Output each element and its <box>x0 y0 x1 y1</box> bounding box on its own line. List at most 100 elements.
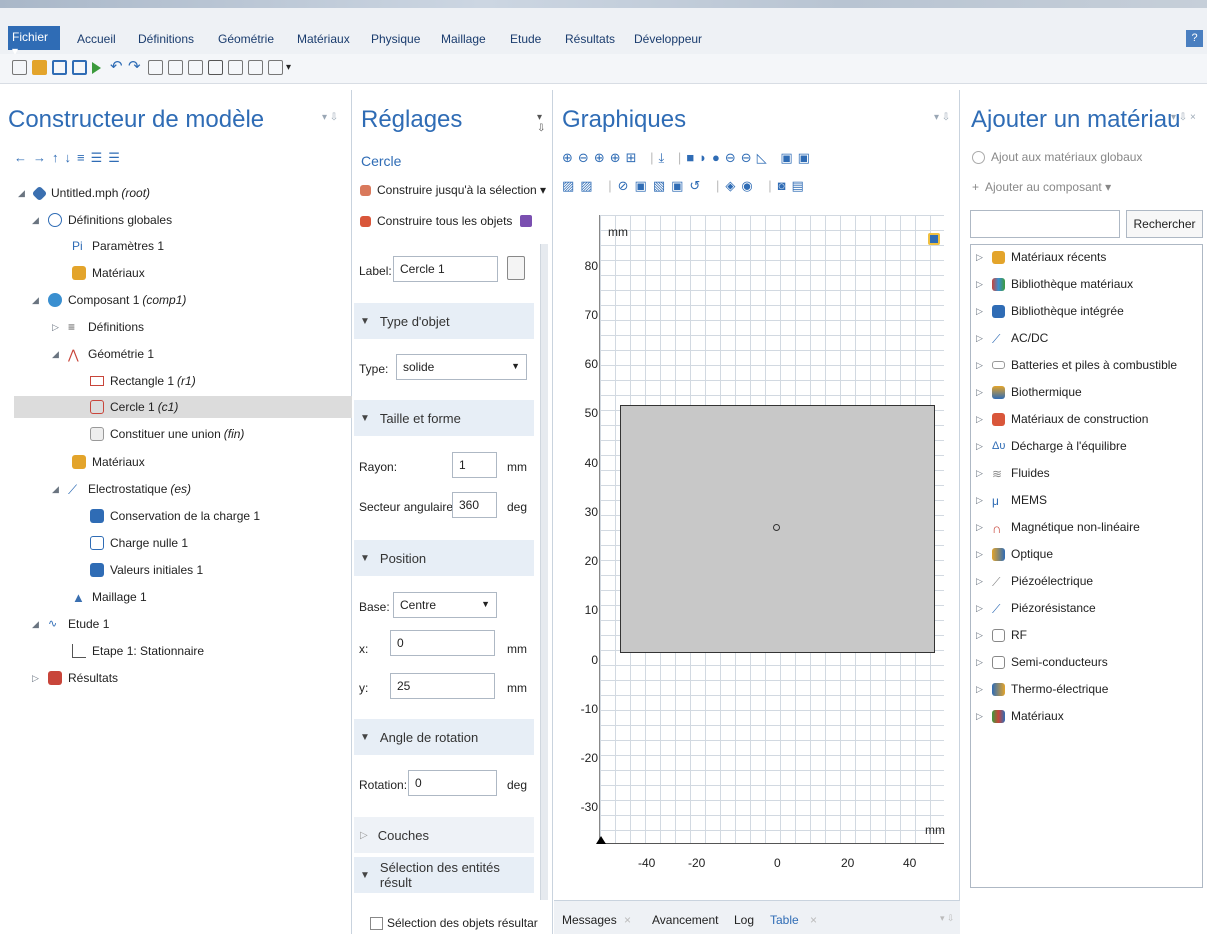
tab-etude[interactable]: Etude <box>510 32 541 46</box>
material-item-magnetic[interactable]: ▷ ∩ Magnétique non-linéaire <box>976 516 1140 538</box>
render-icon[interactable]: ▣ <box>635 178 653 193</box>
tab-geometrie[interactable]: Géométrie <box>218 32 274 46</box>
delete-icon[interactable] <box>208 60 223 75</box>
collapsed-arrow-icon[interactable]: ▷ <box>976 414 986 425</box>
zoom-in-icon[interactable]: ⊕ <box>562 150 578 165</box>
tree-item-definitions[interactable]: ▷ ≡ Définitions <box>52 316 144 338</box>
file-menu-button[interactable]: Fichier ▾ <box>8 26 60 58</box>
tree-item-component-materials[interactable]: Matériaux <box>72 451 145 473</box>
collapsed-arrow-icon[interactable]: ▷ <box>976 279 986 290</box>
deselect-icon[interactable]: ▨ <box>580 178 598 193</box>
expand-arrow-icon[interactable]: ◢ <box>52 349 62 360</box>
label-edit-icon[interactable] <box>507 256 525 280</box>
hide-icon[interactable]: ⊘ <box>618 178 635 193</box>
material-item-library[interactable]: ▷ Bibliothèque matériaux <box>976 273 1133 295</box>
collapsed-arrow-icon[interactable]: ▷ <box>976 657 986 668</box>
select-object-icon[interactable]: ● <box>712 150 725 165</box>
tree-item-union[interactable]: Constituer une union (fin) <box>90 423 244 445</box>
collapsed-arrow-icon[interactable]: ▷ <box>976 306 986 317</box>
run-icon[interactable] <box>92 62 101 74</box>
save-as-icon[interactable] <box>72 60 87 75</box>
section-layers[interactable]: ▷ Couches <box>354 817 534 853</box>
x-field[interactable]: 0 <box>390 630 495 656</box>
collapsed-arrow-icon[interactable]: ▷ <box>976 333 986 344</box>
material-item-batteries[interactable]: ▷ Batteries et piles à combustible <box>976 354 1177 376</box>
new-file-icon[interactable] <box>12 60 27 75</box>
zoom-box-icon[interactable]: ⊕ <box>594 150 610 165</box>
material-item-thermoelectric[interactable]: ▷ Thermo-électrique <box>976 678 1108 700</box>
move-down-icon[interactable]: ↓ <box>65 150 78 165</box>
build-options-icon[interactable] <box>520 215 533 227</box>
expand-arrow-icon[interactable]: ◢ <box>32 215 42 226</box>
tree-item-study[interactable]: ◢ ∿ Etude 1 <box>32 613 109 635</box>
result-selection-checkbox-row[interactable]: Sélection des objets résultar <box>370 916 538 930</box>
save-icon[interactable] <box>52 60 67 75</box>
tab-definitions[interactable]: Définitions <box>138 32 194 46</box>
collapsed-arrow-icon[interactable]: ▷ <box>976 576 986 587</box>
forward-icon[interactable]: → <box>33 150 52 165</box>
collapse-icon[interactable]: ☰ <box>108 150 126 165</box>
help-button[interactable]: ? <box>1186 30 1203 47</box>
material-item-discharge[interactable]: ▷ Δυ Décharge à l'équilibre <box>976 435 1127 457</box>
pin-icon[interactable]: ▾ ⇩ <box>537 112 552 134</box>
material-item-builtin[interactable]: ▷ Bibliothèque intégrée <box>976 300 1124 322</box>
settings-scrollbar[interactable] <box>540 244 548 900</box>
material-item-piezoresistance[interactable]: ▷ ⟋ Piézorésistance <box>976 597 1096 619</box>
collapsed-arrow-icon[interactable]: ▷ <box>976 387 986 398</box>
open-folder-icon[interactable] <box>32 60 47 75</box>
expand-arrow-icon[interactable]: ◢ <box>32 295 42 306</box>
tab-table[interactable]: Table <box>770 913 799 927</box>
collapsed-arrow-icon[interactable]: ▷ <box>32 673 42 684</box>
pin-icon[interactable]: ▾ ⇩ <box>940 913 955 924</box>
collapsed-arrow-icon[interactable]: ▷ <box>52 322 62 333</box>
tree-item-initial-values[interactable]: Valeurs initiales 1 <box>90 559 203 581</box>
wireframe-icon[interactable]: ▧ <box>653 178 671 193</box>
tree-item-geometry[interactable]: ◢ ⋀ Géométrie 1 <box>52 343 154 365</box>
search-button[interactable]: Rechercher <box>1126 210 1203 238</box>
tree-item-charge-conservation[interactable]: Conservation de la charge 1 <box>90 505 260 527</box>
print-icon[interactable]: ▣ <box>798 150 815 165</box>
collapsed-arrow-icon[interactable]: ▷ <box>976 468 986 479</box>
build-selected-button[interactable]: Construire jusqu'à la sélection ▾ <box>360 183 546 197</box>
transparency-icon[interactable]: ▣ <box>671 178 689 193</box>
scene-light-icon[interactable]: ◈ <box>725 178 741 193</box>
material-item-acdc[interactable]: ▷ ⟋ AC/DC <box>976 327 1048 349</box>
tab-progress[interactable]: Avancement <box>652 913 719 927</box>
collapsed-arrow-icon[interactable]: ▷ <box>976 441 986 452</box>
material-item-optics[interactable]: ▷ Optique <box>976 543 1053 565</box>
tree-item-component[interactable]: ◢ Composant 1 (comp1) <box>32 289 186 311</box>
collapsed-arrow-icon[interactable]: ▷ <box>976 360 986 371</box>
close-icon[interactable]: × <box>624 913 631 927</box>
collapsed-arrow-icon[interactable]: ▷ <box>976 495 986 506</box>
tree-item-parameters[interactable]: Pi Paramètres 1 <box>72 235 164 257</box>
add-to-component-button[interactable]: + Ajouter au composant ▾ <box>972 180 1111 194</box>
type-select[interactable]: solide ▼ <box>396 354 527 380</box>
tab-physique[interactable]: Physique <box>371 32 420 46</box>
tree-item-stationary-step[interactable]: Etape 1: Stationnaire <box>72 640 204 662</box>
move-up-icon[interactable]: ↑ <box>52 150 65 165</box>
radius-field[interactable]: 1 <box>452 452 497 478</box>
show-icon[interactable]: ≡ <box>77 150 91 165</box>
expand-icon[interactable]: ☰ <box>91 150 109 165</box>
tree-item-results[interactable]: ▷ Résultats <box>32 667 118 689</box>
select-point-icon[interactable]: ◺ <box>757 150 772 165</box>
zoom-out-icon[interactable]: ⊖ <box>578 150 594 165</box>
build-all-button[interactable]: Construire tous les objets <box>360 214 533 228</box>
export-icon[interactable]: ▤ <box>792 178 810 193</box>
tree-item-zero-charge[interactable]: Charge nulle 1 <box>90 532 188 554</box>
collapsed-arrow-icon[interactable]: ▷ <box>976 549 986 560</box>
snapshot-icon[interactable]: ▣ <box>780 150 797 165</box>
material-search-input[interactable] <box>970 210 1120 238</box>
view-axis-icon[interactable]: ⤓ <box>659 150 670 165</box>
label-field[interactable]: Cercle 1 <box>393 256 498 282</box>
graphics-canvas[interactable]: mm mm <box>599 215 945 843</box>
material-item-materials[interactable]: ▷ Matériaux <box>976 705 1064 727</box>
tab-materiaux[interactable]: Matériaux <box>297 32 350 46</box>
tree-item-global-definitions[interactable]: ◢ Définitions globales <box>32 209 172 231</box>
material-item-bioheat[interactable]: ▷ Biothermique <box>976 381 1082 403</box>
collapsed-arrow-icon[interactable]: ▷ <box>976 630 986 641</box>
section-position[interactable]: ▼ Position <box>354 540 534 576</box>
tree-item-electrostatics[interactable]: ◢ ⟋ Electrostatique (es) <box>52 478 191 500</box>
select-boundary-icon[interactable]: ⊖ <box>725 150 741 165</box>
circle-geometry[interactable] <box>773 524 780 531</box>
